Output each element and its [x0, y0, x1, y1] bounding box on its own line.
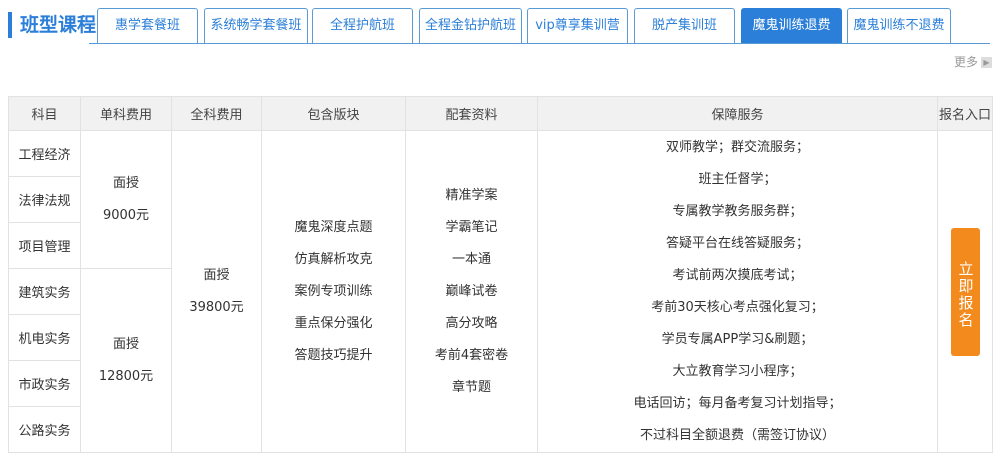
service-item: 大立教育学习小程序； [672, 363, 803, 379]
title-accent-bar [8, 12, 12, 38]
course-header: 班型课程 惠学套餐班 系统畅学套餐班 全程护航班 全程金钻护航班 vip尊享集训… [8, 8, 998, 44]
materials-cell: 精准学案 学霸笔记 一本通 巅峰试卷 高分攻略 考前4套密卷 章节题 [405, 130, 538, 453]
tab-huixue[interactable]: 惠学套餐班 [97, 8, 198, 44]
material-item: 精准学案 [445, 187, 498, 203]
single-fee-cell: 面授 9000元 [80, 130, 172, 269]
header-subject: 科目 [8, 96, 81, 131]
module-item: 重点保分强化 [294, 315, 373, 331]
chevron-right-icon: ▶ [981, 57, 992, 68]
service-item: 不过科目全额退费（需签订协议） [639, 427, 835, 443]
more-label: 更多 [953, 55, 978, 69]
subject-cell: 项目管理 [8, 222, 81, 269]
material-item: 巅峰试卷 [445, 283, 498, 299]
tab-tuochan[interactable]: 脱产集训班 [634, 8, 735, 44]
service-item: 双师教学；群交流服务； [665, 139, 809, 155]
subject-cell: 机电实务 [8, 314, 81, 361]
modules-cell: 魔鬼深度点题 仿真解析攻克 案例专项训练 重点保分强化 答题技巧提升 [261, 130, 406, 453]
enroll-button[interactable]: 立即报名 [950, 227, 980, 356]
service-item: 学员专属APP学习&刷题； [661, 331, 814, 347]
service-item: 答疑平台在线答疑服务； [665, 235, 809, 251]
module-item: 案例专项训练 [294, 283, 373, 299]
module-item: 仿真解析攻克 [294, 251, 373, 267]
header-materials: 配套资料 [405, 96, 538, 131]
tab-quancheng[interactable]: 全程护航班 [312, 8, 413, 44]
service-item: 考试前两次摸底考试； [672, 267, 803, 283]
tab-mogui-tuifei[interactable]: 魔鬼训练退费 [741, 8, 842, 44]
material-item: 学霸笔记 [445, 219, 498, 235]
full-fee-cell: 面授 39800元 [171, 130, 262, 453]
material-item: 一本通 [451, 251, 491, 267]
full-fee-mode: 面授 [203, 267, 230, 283]
service-item: 电话回访；每月备考复习计划指导； [633, 395, 842, 411]
material-item: 高分攻略 [445, 315, 498, 331]
service-item: 考前30天核心考点强化复习； [651, 299, 824, 315]
header-full-fee: 全科费用 [171, 96, 262, 131]
module-item: 魔鬼深度点题 [294, 219, 373, 235]
header-single-fee: 单科费用 [80, 96, 172, 131]
subject-cell: 法律法规 [8, 176, 81, 223]
enroll-cell: 立即报名 [937, 130, 993, 453]
tab-xitong[interactable]: 系统畅学套餐班 [204, 8, 308, 44]
tab-underline [89, 43, 990, 44]
service-item: 专属教学教务服务群； [672, 203, 803, 219]
single-fee-cell: 面授 12800元 [80, 268, 172, 453]
tab-mogui-butuifei[interactable]: 魔鬼训练不退费 [847, 8, 951, 44]
full-fee-price: 39800元 [189, 299, 244, 315]
single-fee-mode: 面授 [112, 336, 139, 352]
subject-cell: 公路实务 [8, 406, 81, 453]
subject-cell: 市政实务 [8, 360, 81, 407]
single-fee-price: 12800元 [98, 368, 154, 384]
material-item: 考前4套密卷 [434, 347, 509, 363]
more-link[interactable]: 更多 ▶ [954, 53, 992, 70]
service-item: 班主任督学； [698, 171, 777, 187]
header-modules: 包含版块 [261, 96, 406, 131]
course-table: 科目 单科费用 全科费用 包含版块 配套资料 保障服务 报名入口 工程经济 面授… [8, 96, 993, 453]
module-item: 答题技巧提升 [294, 347, 373, 363]
header-enroll: 报名入口 [937, 96, 993, 131]
table-header-row: 科目 单科费用 全科费用 包含版块 配套资料 保障服务 报名入口 [8, 96, 993, 131]
header-services: 保障服务 [537, 96, 938, 131]
section-title: 班型课程 [20, 14, 97, 36]
material-item: 章节题 [451, 379, 491, 395]
single-fee-mode: 面授 [112, 175, 139, 191]
single-fee-price: 9000元 [102, 207, 150, 223]
tab-jinzuan[interactable]: 全程金钻护航班 [419, 8, 522, 44]
subject-cell: 建筑实务 [8, 268, 81, 315]
subject-cell: 工程经济 [8, 130, 81, 177]
services-cell: 双师教学；群交流服务； 班主任督学； 专属教学教务服务群； 答疑平台在线答疑服务… [537, 130, 938, 453]
tab-vip[interactable]: vip尊享集训营 [527, 8, 628, 44]
